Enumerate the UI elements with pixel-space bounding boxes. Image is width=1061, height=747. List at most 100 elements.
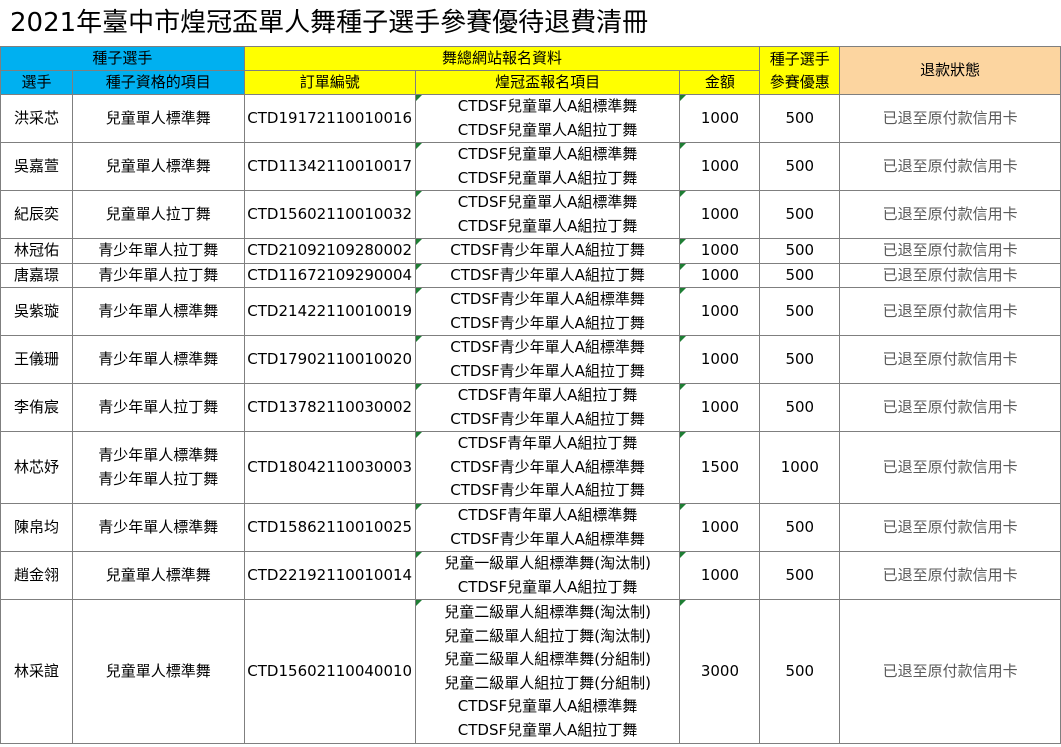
- registration-item-line: CTDSF兒童單人A組拉丁舞: [457, 216, 638, 235]
- seed-item-line: 青少年單人標準舞: [98, 301, 219, 320]
- registration-item-line: CTDSF青少年單人A組拉丁舞: [450, 241, 645, 259]
- refund-status: 已退至原付款信用卡: [839, 551, 1061, 600]
- seed-discount: 500: [759, 503, 841, 552]
- seed-item: 兒童單人標準舞: [71, 142, 245, 191]
- registration-item: CTDSF兒童單人A組標準舞 CTDSF兒童單人A組拉丁舞: [414, 142, 681, 191]
- order-number: CTD13782110030002: [243, 383, 416, 432]
- registration-item-line: CTDSF青年單人A組標準舞: [457, 506, 638, 524]
- header-refund-status: 退款狀態: [839, 46, 1061, 95]
- registration-item: CTDSF青少年單人A組標準舞 CTDSF青少年單人A組拉丁舞: [414, 335, 681, 384]
- table-row: 紀辰奕 兒童單人拉丁舞 CTD15602110010032 CTDSF兒童單人A組標準…: [0, 190, 1061, 239]
- registration-item-line: CTDSF青少年單人A組標準舞: [450, 457, 645, 476]
- seed-item-line: 青少年單人標準舞: [98, 517, 219, 536]
- registration-item-line: 兒童二級單人組標準舞(淘汰制): [444, 603, 651, 621]
- amount: 1500: [679, 431, 761, 504]
- player-name: 林冠佑: [0, 238, 73, 264]
- player-name: 吳紫璇: [0, 287, 73, 336]
- header-seed-discount: 種子選手 參賽優惠: [759, 46, 841, 95]
- seed-item: 青少年單人標準舞 青少年單人拉丁舞: [71, 431, 245, 504]
- player-name: 趙金翎: [0, 551, 73, 600]
- refund-status: 已退至原付款信用卡: [839, 431, 1061, 504]
- registration-item-line: CTDSF兒童單人A組拉丁舞: [457, 168, 638, 187]
- order-number: CTD11342110010017: [243, 142, 416, 191]
- registration-item-line: CTDSF兒童單人A組標準舞: [457, 97, 638, 115]
- seed-item: 青少年單人標準舞: [71, 287, 245, 336]
- table-row: 趙金翎 兒童單人標準舞 CTD22192110010014 兒童一級單人組標準舞(淘汰…: [0, 551, 1061, 600]
- registration-item: 兒童一級單人組標準舞(淘汰制) CTDSF兒童單人A組拉丁舞: [414, 551, 681, 600]
- registration-item: CTDSF青少年單人A組標準舞 CTDSF青少年單人A組拉丁舞: [414, 287, 681, 336]
- header-order-no: 訂單編號: [243, 70, 416, 95]
- seed-item: 兒童單人標準舞: [71, 551, 245, 600]
- amount: 1000: [679, 238, 761, 264]
- registration-item: CTDSF青少年單人A組拉丁舞: [414, 238, 681, 264]
- registration-item-line: 兒童二級單人組拉丁舞(淘汰制): [444, 626, 651, 645]
- amount: 1000: [679, 503, 761, 552]
- registration-item-line: CTDSF青少年單人A組標準舞: [450, 529, 645, 548]
- order-number: CTD11672109290004: [243, 262, 416, 288]
- player-name: 李侑宸: [0, 383, 73, 432]
- amount: 1000: [679, 335, 761, 384]
- amount: 1000: [679, 142, 761, 191]
- seed-item-line: 兒童單人拉丁舞: [105, 204, 211, 223]
- refund-status: 已退至原付款信用卡: [839, 503, 1061, 552]
- refund-status: 已退至原付款信用卡: [839, 287, 1061, 336]
- seed-discount: 500: [759, 383, 841, 432]
- registration-item-line: CTDSF兒童單人A組拉丁舞: [457, 120, 638, 139]
- header-seed-discount-line: 種子選手: [769, 49, 830, 68]
- order-number: CTD21422110010019: [243, 287, 416, 336]
- player-name: 林采誼: [0, 599, 73, 744]
- amount: 1000: [679, 551, 761, 600]
- seed-discount: 500: [759, 262, 841, 288]
- player-name: 洪采芯: [0, 94, 73, 143]
- registration-item-line: CTDSF青年單人A組拉丁舞: [457, 434, 638, 453]
- registration-item-line: 兒童一級單人組標準舞(淘汰制): [444, 554, 651, 572]
- registration-item-line: CTDSF青少年單人A組標準舞: [450, 338, 645, 356]
- seed-item-line: 青少年單人拉丁舞: [98, 265, 219, 284]
- seed-item-line: 兒童單人標準舞: [105, 108, 211, 127]
- registration-item: CTDSF青年單人A組拉丁舞 CTDSF青少年單人A組拉丁舞: [414, 383, 681, 432]
- seed-item-line: 青少年單人拉丁舞: [98, 241, 219, 259]
- amount: 1000: [679, 94, 761, 143]
- table-row: 李侑宸 青少年單人拉丁舞 CTD13782110030002 CTDSF青年單人A組拉…: [0, 383, 1061, 432]
- header-reg-item: 煌冠盃報名項目: [414, 70, 681, 95]
- order-number: CTD22192110010014: [243, 551, 416, 600]
- seed-discount: 500: [759, 142, 841, 191]
- order-number: CTD21092109280002: [243, 238, 416, 264]
- seed-item-line: 兒童單人標準舞: [105, 565, 211, 584]
- registration-item-line: 兒童二級單人組拉丁舞(分組制): [444, 673, 651, 692]
- registration-item: CTDSF青年單人A組拉丁舞 CTDSF青少年單人A組標準舞 CTDSF青少年單人A…: [414, 431, 681, 504]
- refund-status: 已退至原付款信用卡: [839, 190, 1061, 239]
- refund-status: 已退至原付款信用卡: [839, 94, 1061, 143]
- registration-item-line: CTDSF兒童單人A組標準舞: [457, 193, 638, 211]
- registration-item-line: CTDSF青少年單人A組拉丁舞: [450, 265, 645, 284]
- header-amount: 金額: [679, 70, 761, 95]
- seed-discount: 500: [759, 287, 841, 336]
- seed-item: 青少年單人拉丁舞: [71, 383, 245, 432]
- table-row: 唐嘉璟 青少年單人拉丁舞 CTD11672109290004 CTDSF青少年單人A組…: [0, 262, 1061, 288]
- registration-item-line: 兒童二級單人組標準舞(分組制): [444, 650, 651, 668]
- header-seed-discount-line: 參賽優惠: [769, 72, 830, 91]
- order-number: CTD15862110010025: [243, 503, 416, 552]
- seed-item: 兒童單人拉丁舞: [71, 190, 245, 239]
- seed-item-line: 青少年單人標準舞: [98, 349, 219, 368]
- header-seed-item: 種子資格的項目: [71, 70, 245, 95]
- registration-item: CTDSF青少年單人A組拉丁舞: [414, 262, 681, 288]
- amount: 1000: [679, 262, 761, 288]
- seed-item-line: 青少年單人標準舞: [98, 446, 219, 464]
- refund-status: 已退至原付款信用卡: [839, 262, 1061, 288]
- registration-item-line: CTDSF兒童單人A組拉丁舞: [457, 577, 638, 596]
- seed-discount: 500: [759, 94, 841, 143]
- refund-status: 已退至原付款信用卡: [839, 335, 1061, 384]
- registration-item-line: CTDSF兒童單人A組標準舞: [457, 697, 638, 715]
- registration-item-line: CTDSF兒童單人A組標準舞: [457, 145, 638, 163]
- amount: 3000: [679, 599, 761, 744]
- player-name: 陳帛均: [0, 503, 73, 552]
- table-row: 洪采芯 兒童單人標準舞 CTD19172110010016 CTDSF兒童單人A組標準…: [0, 94, 1061, 143]
- seed-item: 青少年單人標準舞: [71, 335, 245, 384]
- order-number: CTD17902110010020: [243, 335, 416, 384]
- registration-item: 兒童二級單人組標準舞(淘汰制) 兒童二級單人組拉丁舞(淘汰制) 兒童二級單人組標準舞…: [414, 599, 681, 744]
- registration-item-line: CTDSF青少年單人A組拉丁舞: [450, 313, 645, 332]
- amount: 1000: [679, 190, 761, 239]
- player-name: 王儀珊: [0, 335, 73, 384]
- registration-item-line: CTDSF兒童單人A組拉丁舞: [457, 720, 638, 739]
